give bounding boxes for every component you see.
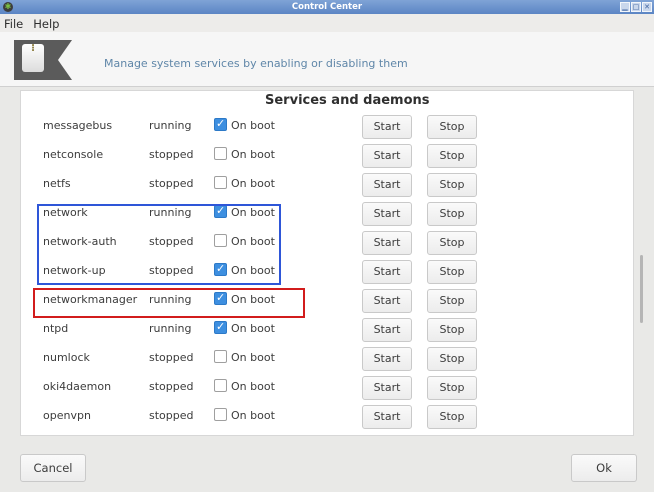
maximize-icon[interactable]: □ xyxy=(631,2,641,12)
service-status: stopped xyxy=(149,351,194,364)
highlight-network-group xyxy=(37,204,281,285)
on-boot-checkbox[interactable] xyxy=(214,350,227,363)
service-name: oki4daemon xyxy=(43,380,112,393)
on-boot-label: On boot xyxy=(231,119,275,132)
ok-button[interactable]: Ok xyxy=(571,454,637,482)
menu-help[interactable]: Help xyxy=(29,14,65,32)
on-boot-toggle[interactable]: On boot xyxy=(214,407,288,425)
service-row: netfs stopped On boot Start Stop xyxy=(21,173,601,199)
start-button[interactable]: Start xyxy=(362,405,412,429)
section-title: Services and daemons xyxy=(265,93,430,108)
stop-button[interactable]: Stop xyxy=(427,173,477,197)
on-boot-toggle[interactable]: On boot xyxy=(214,349,288,367)
close-icon[interactable]: ✕ xyxy=(642,2,652,12)
on-boot-toggle[interactable]: On boot xyxy=(214,320,288,338)
service-row: ntpd running On boot Start Stop xyxy=(21,318,601,344)
stop-button[interactable]: Stop xyxy=(427,347,477,371)
on-boot-checkbox[interactable] xyxy=(214,117,227,131)
service-status: stopped xyxy=(149,177,194,190)
on-boot-checkbox[interactable] xyxy=(214,147,227,160)
on-boot-toggle[interactable]: On boot xyxy=(214,117,288,135)
start-button[interactable]: Start xyxy=(362,231,412,255)
on-boot-label: On boot xyxy=(231,322,275,335)
stop-button[interactable]: Stop xyxy=(427,318,477,342)
header-banner: ⁝ Manage system services by enabling or … xyxy=(0,32,654,87)
service-name: openvpn xyxy=(43,409,91,422)
service-row: messagebus running On boot Start Stop xyxy=(21,115,601,141)
on-boot-toggle[interactable]: On boot xyxy=(214,146,288,164)
service-status: stopped xyxy=(149,148,194,161)
start-button[interactable]: Start xyxy=(362,347,412,371)
start-button[interactable]: Start xyxy=(362,202,412,226)
on-boot-toggle[interactable]: On boot xyxy=(214,175,288,193)
cancel-button[interactable]: Cancel xyxy=(20,454,86,482)
service-name: netconsole xyxy=(43,148,104,161)
service-row: oki4daemon stopped On boot Start Stop xyxy=(21,376,601,402)
menu-file[interactable]: File xyxy=(0,14,29,32)
stop-button[interactable]: Stop xyxy=(427,376,477,400)
service-row: openvpn stopped On boot Start Stop xyxy=(21,405,601,431)
stop-button[interactable]: Stop xyxy=(427,115,477,139)
banner-message: Manage system services by enabling or di… xyxy=(104,57,408,70)
start-button[interactable]: Start xyxy=(362,289,412,313)
on-boot-checkbox[interactable] xyxy=(214,408,227,421)
window-titlebar: ✱ Control Center ▁ □ ✕ xyxy=(0,0,654,14)
service-status: stopped xyxy=(149,380,194,393)
start-button[interactable]: Start xyxy=(362,173,412,197)
start-button[interactable]: Start xyxy=(362,376,412,400)
service-name: netfs xyxy=(43,177,71,190)
service-name: messagebus xyxy=(43,119,113,132)
highlight-networkmanager xyxy=(33,288,305,318)
stop-button[interactable]: Stop xyxy=(427,260,477,284)
start-button[interactable]: Start xyxy=(362,115,412,139)
stop-button[interactable]: Stop xyxy=(427,202,477,226)
service-name: numlock xyxy=(43,351,90,364)
start-button[interactable]: Start xyxy=(362,318,412,342)
on-boot-checkbox[interactable] xyxy=(214,379,227,392)
service-row: numlock stopped On boot Start Stop xyxy=(21,347,601,373)
menubar: File Help xyxy=(0,14,654,32)
on-boot-label: On boot xyxy=(231,380,275,393)
service-name: ntpd xyxy=(43,322,69,335)
on-boot-toggle[interactable]: On boot xyxy=(214,378,288,396)
stop-button[interactable]: Stop xyxy=(427,405,477,429)
on-boot-checkbox[interactable] xyxy=(214,176,227,189)
scrollbar[interactable] xyxy=(640,255,643,323)
on-boot-label: On boot xyxy=(231,409,275,422)
on-boot-label: On boot xyxy=(231,351,275,364)
start-button[interactable]: Start xyxy=(362,144,412,168)
on-boot-checkbox[interactable] xyxy=(214,320,227,334)
dialog-footer: Cancel Ok xyxy=(0,436,654,492)
service-status: running xyxy=(149,322,192,335)
service-manager-icon: ⁝ xyxy=(22,44,44,72)
service-row: netconsole stopped On boot Start Stop xyxy=(21,144,601,170)
start-button[interactable]: Start xyxy=(362,260,412,284)
stop-button[interactable]: Stop xyxy=(427,289,477,313)
stop-button[interactable]: Stop xyxy=(427,231,477,255)
minimize-icon[interactable]: ▁ xyxy=(620,2,630,12)
service-status: stopped xyxy=(149,409,194,422)
on-boot-label: On boot xyxy=(231,177,275,190)
on-boot-label: On boot xyxy=(231,148,275,161)
service-status: running xyxy=(149,119,192,132)
stop-button[interactable]: Stop xyxy=(427,144,477,168)
window-title: Control Center xyxy=(291,2,363,12)
